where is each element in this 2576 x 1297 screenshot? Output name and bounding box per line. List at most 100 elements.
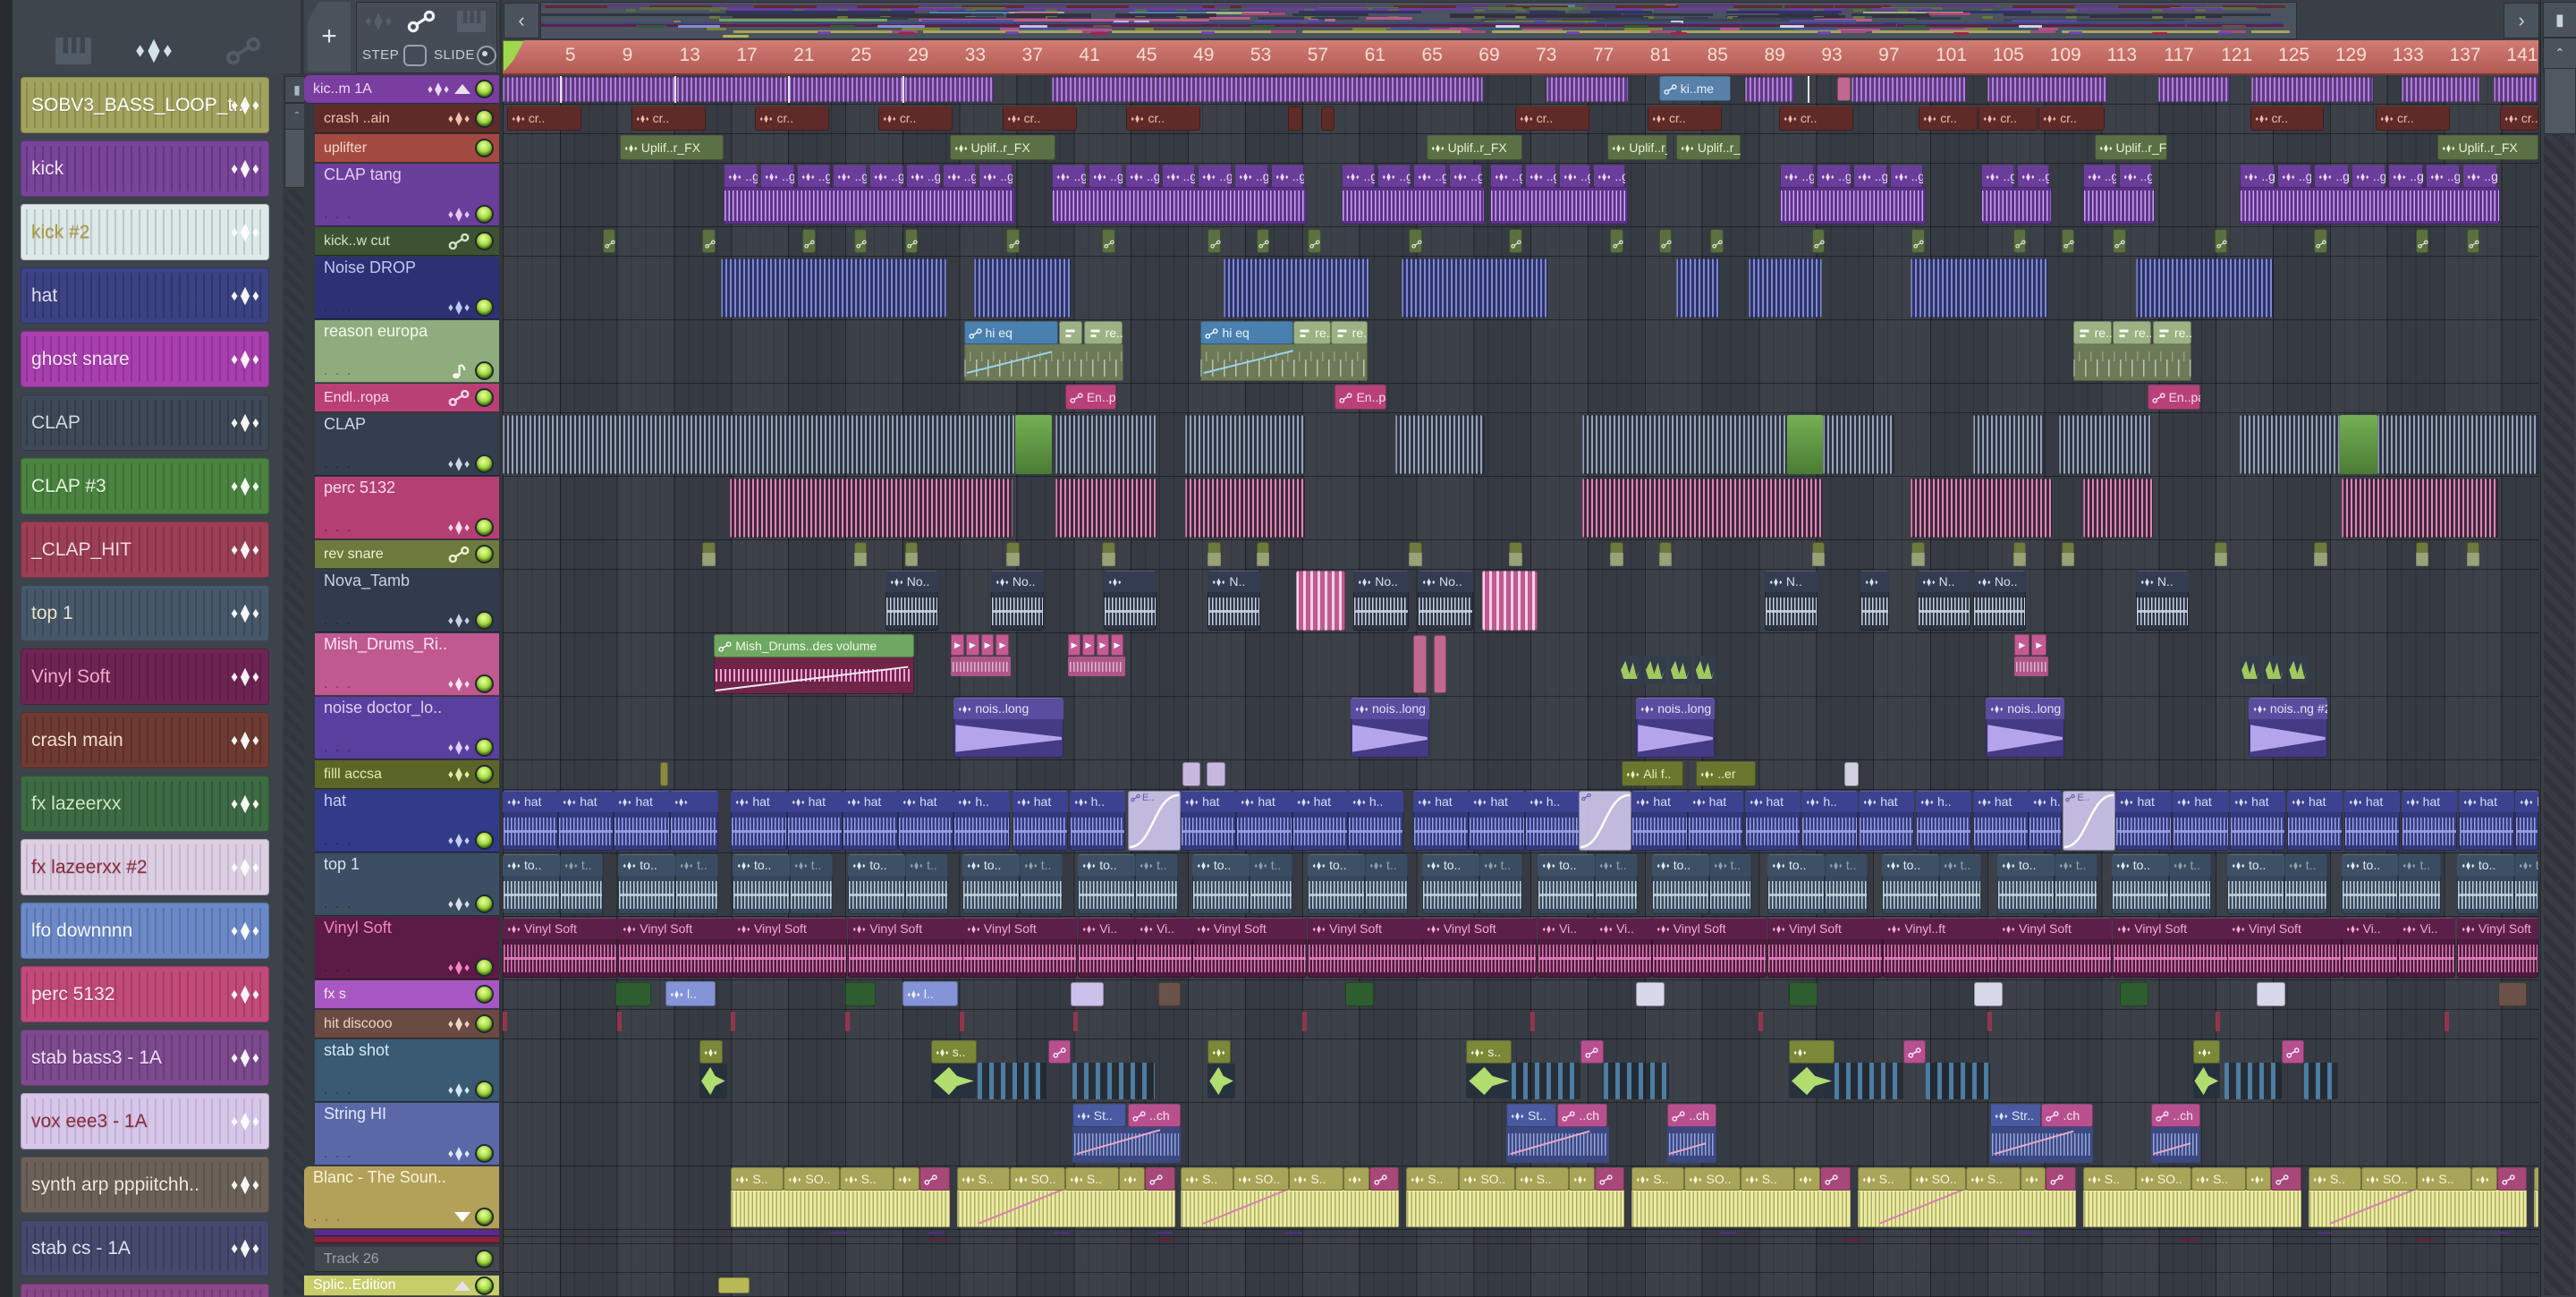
track-lane[interactable]: St.. ..ch St.. ..ch ..ch Str.. .ch ..ch [503,1103,2538,1166]
mini-clip[interactable] [1320,106,1335,131]
track-lane[interactable]: hat hat hat hat hat hat hat h.. hat h.. E.. hat hat h… [503,790,2538,853]
track-mute-led[interactable] [475,674,494,693]
mini-clip[interactable] [1256,542,1270,566]
pattern-clip[interactable] [1581,415,1786,474]
mini-clip[interactable] [2012,229,2026,253]
audio-clip[interactable]: ..g [2462,165,2497,188]
audio-clip[interactable]: ..g [1449,165,1483,188]
pattern-clip[interactable] [2082,479,2153,538]
clip-source-item[interactable]: hat [21,267,269,324]
track-mute-led[interactable] [475,958,494,977]
track-header-Mish_Drums_Ri..[interactable]: Mish_Drums_Ri.. . . . [315,633,499,696]
mini-clip[interactable] [2012,542,2027,566]
track-header-stab shot[interactable]: stab shot . . . [315,1039,499,1102]
audio-clip[interactable]: hat [2115,791,2172,851]
audio-clip[interactable]: h.. [1069,791,1125,851]
track-header-uplifter[interactable]: uplifter [315,134,499,163]
mini-clip[interactable] [1102,542,1116,566]
track-mute-led[interactable] [475,985,494,1004]
audio-clip[interactable]: re.. [1330,321,1368,344]
audio-clip[interactable]: hat [1972,791,2029,851]
pattern-clip[interactable] [2058,415,2152,474]
mini-clip[interactable] [2061,229,2075,253]
audio-clip[interactable]: t.. [789,854,833,914]
audio-clip[interactable]: to.. [1997,854,2055,914]
mini-clip[interactable] [2214,542,2228,566]
audio-clip[interactable]: Vinyl Soft [732,918,848,978]
audio-clip[interactable]: ..g [1490,165,1522,188]
mini-clip[interactable] [853,229,867,253]
automation-mode-icon[interactable] [407,10,436,33]
audio-clip[interactable]: Vinyl Soft [1308,918,1423,978]
audio-clip[interactable]: ..g [2016,165,2049,188]
audio-clip[interactable]: N.. [1208,571,1261,631]
pattern-clip[interactable] [1987,77,2107,102]
audio-clip[interactable]: Vinyl..ft [1883,918,1998,978]
pattern-clip[interactable] [729,479,1013,538]
audio-clip[interactable]: ..g [724,165,758,188]
audio-clip[interactable]: Vi.. [1135,918,1192,978]
audio-clip[interactable]: hat [503,791,559,851]
audio-clip[interactable]: ..g [979,165,1013,188]
audio-clips-icon[interactable] [134,38,174,64]
automation-clip[interactable]: .ch [2041,1104,2093,1127]
mini-clip[interactable] [905,229,919,253]
mini-clip[interactable] [602,229,616,253]
stab-pattern-clip[interactable] [1072,1063,1156,1099]
automation-clip[interactable]: En..pa [1064,385,1117,410]
track-lane[interactable]: En..pa En..pa En..pa [503,384,2538,413]
mini-clip[interactable] [1658,542,1673,566]
vscroll-marker-button[interactable]: ▮ [2543,2,2576,38]
audio-clip[interactable]: h.. [953,791,1010,851]
audio-clip[interactable]: Vinyl Soft [1421,918,1538,978]
mini-clip[interactable] [845,1012,851,1032]
audio-clip[interactable]: ..g [942,165,977,188]
clip-source-item[interactable]: lfo downnnn [21,903,269,959]
audio-clip[interactable]: cr.. [631,106,706,131]
audio-clip[interactable]: nois..long [953,698,1064,758]
clip-source-item[interactable]: top 1 [21,585,269,641]
pattern-clip[interactable] [973,259,1072,318]
mini-clip[interactable] [1071,982,1104,1006]
pattern-clip[interactable] [1823,415,1895,474]
pattern-clip[interactable] [2494,77,2538,102]
audio-clip[interactable]: to.. [2341,854,2399,914]
automation-clip[interactable] [1580,1040,1604,1064]
mini-clip[interactable] [1610,542,1624,566]
audio-clip[interactable]: Uplif..r_FX [2436,135,2538,160]
track-mute-led[interactable] [475,1014,494,1033]
audio-clip[interactable]: S.. [1857,1167,1911,1191]
audio-clip[interactable]: t.. [2168,854,2212,914]
audio-clip[interactable]: S.. [2082,1167,2136,1191]
audio-clip[interactable]: No.. [1353,571,1410,631]
track-header-crash ..ain[interactable]: crash ..ain [315,105,499,133]
automation-clip[interactable] [2046,1167,2076,1191]
audio-clip[interactable]: ..er [1696,761,1757,786]
automation-clip[interactable]: ki..me [1658,76,1731,101]
track-lane[interactable] [503,257,2538,320]
audio-clip[interactable]: t.. [559,854,603,914]
audio-clip[interactable]: re.. [1083,321,1123,344]
audio-clip[interactable]: re.. [1293,321,1331,344]
pattern-clip[interactable] [1394,415,1486,474]
audio-clip[interactable]: S.. [1181,1167,1234,1191]
stab-pattern-clip[interactable] [1512,1063,1580,1099]
track-lane[interactable]: ..g ..g ..g ..g ..g ..g ..g ..g ..g ..g ..g ..g ..g.… [503,164,2538,227]
audio-clip[interactable] [894,1167,920,1191]
audio-clip[interactable]: Vi.. [1078,918,1136,978]
audio-clip[interactable]: Vinyl Soft [1651,918,1767,978]
audio-clip[interactable]: cr.. [2038,106,2105,131]
mini-clip[interactable] [702,229,716,253]
audio-clip[interactable]: t.. [1824,854,1868,914]
clip-source-item[interactable]: synth arp pppiitchh.. [21,1157,269,1213]
audio-clip[interactable]: hat [2401,791,2457,851]
mini-waveform-clip[interactable] [2263,656,2285,684]
audio-clip[interactable]: S.. [839,1167,894,1191]
mini-clip[interactable] [1157,982,1182,1006]
mini-clip[interactable]: ▶ [1110,634,1123,656]
audio-clip[interactable]: Ali f.. [1622,761,1683,786]
audio-clip[interactable]: ..g [1780,165,1815,188]
track-header-top 1[interactable]: top 1 . . . [315,853,499,916]
clip-source-item[interactable]: CLAP #3 [21,458,269,514]
audio-clip[interactable]: cr.. [1778,106,1853,131]
